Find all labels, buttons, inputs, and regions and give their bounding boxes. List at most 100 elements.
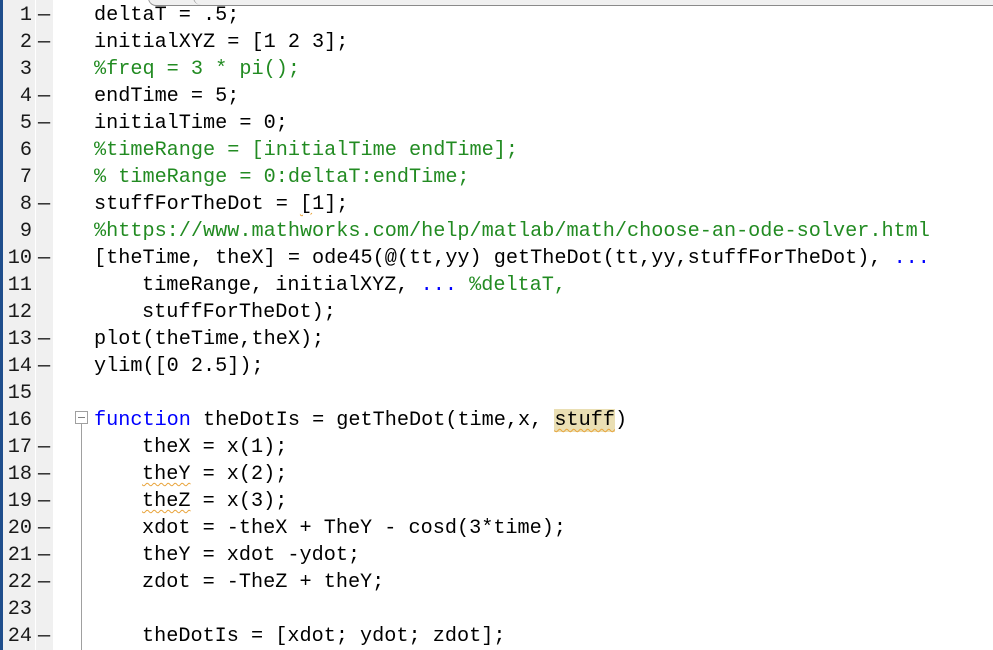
- executable-line-marker[interactable]: —: [38, 326, 52, 353]
- code-line[interactable]: 4 — endTime = 5;: [0, 83, 993, 110]
- code-text[interactable]: plot(theTime,theX);: [94, 326, 324, 353]
- code-line[interactable]: 11—timeRange, initialXYZ, ... %deltaT,: [0, 272, 993, 299]
- code-line[interactable]: 15—: [0, 380, 993, 407]
- line-number: 2: [19, 31, 32, 54]
- line-number: 17: [7, 436, 32, 459]
- line-number: 18: [7, 463, 32, 486]
- line-number: 24: [7, 625, 32, 648]
- warning-token: [: [299, 193, 313, 216]
- executable-line-marker[interactable]: —: [38, 110, 52, 137]
- code-line[interactable]: 3—%freq = 3 * pi();: [0, 56, 993, 83]
- line-number: 1: [19, 4, 32, 27]
- executable-line-marker[interactable]: —: [38, 515, 52, 542]
- line-number: 10: [7, 247, 32, 270]
- executable-line-marker[interactable]: —: [38, 488, 52, 515]
- code-text[interactable]: % timeRange = 0:deltaT:endTime;: [94, 164, 470, 191]
- executable-line-marker[interactable]: —: [38, 191, 52, 218]
- code-line[interactable]: 14 — ylim([0 2.5]);: [0, 353, 993, 380]
- code-text[interactable]: stuffForTheDot = [1];: [94, 191, 348, 218]
- code-line[interactable]: 16—function theDotIs = getTheDot(time,x,…: [0, 407, 993, 434]
- code-line[interactable]: 2 — initialXYZ = [1 2 3];: [0, 29, 993, 56]
- executable-line-marker[interactable]: —: [38, 542, 52, 569]
- executable-line-marker[interactable]: —: [38, 353, 52, 380]
- line-number: 22: [7, 571, 32, 594]
- code-line[interactable]: 12—stuffForTheDot);: [0, 299, 993, 326]
- executable-line-marker[interactable]: —: [38, 461, 52, 488]
- code-text[interactable]: %https://www.mathworks.com/help/matlab/m…: [94, 218, 930, 245]
- code-token: endTime = 5;: [94, 85, 240, 108]
- code-text[interactable]: xdot = -theX + TheY - cosd(3*time);: [142, 515, 566, 542]
- code-text[interactable]: zdot = -TheZ + theY;: [142, 569, 384, 596]
- line-number: 9: [19, 220, 32, 243]
- code-line[interactable]: 20 — xdot = -theX + TheY - cosd(3*time);: [0, 515, 993, 542]
- code-editor[interactable]: 1 — deltaT = .5; 2 — initialXYZ = [1 2 3];3—%…: [0, 0, 993, 650]
- code-line[interactable]: 8 — stuffForTheDot = [1];: [0, 191, 993, 218]
- code-token: theY = xdot -ydot;: [142, 544, 361, 567]
- code-text[interactable]: initialTime = 0;: [94, 110, 288, 137]
- code-text[interactable]: ylim([0 2.5]);: [94, 353, 264, 380]
- code-text[interactable]: theX = x(1);: [142, 434, 287, 461]
- code-token: theX = x(1);: [142, 436, 288, 459]
- code-text[interactable]: endTime = 5;: [94, 83, 239, 110]
- code-line[interactable]: 18 — theY = x(2);: [0, 461, 993, 488]
- comment-token: %timeRange = [initialTime endTime];: [94, 139, 519, 162]
- code-line[interactable]: 24 — theDotIs = [xdot; ydot; zdot];: [0, 623, 993, 650]
- line-number: 7: [19, 166, 32, 189]
- keyword-token: function: [94, 409, 191, 432]
- executable-line-marker[interactable]: —: [38, 245, 52, 272]
- code-line[interactable]: 19 — theZ = x(3);: [0, 488, 993, 515]
- code-text[interactable]: timeRange, initialXYZ, ... %deltaT,: [142, 272, 566, 299]
- code-text[interactable]: deltaT = .5;: [94, 2, 239, 29]
- code-line[interactable]: 10 — [theTime, theX] = ode45(@(tt,yy) getT…: [0, 245, 993, 272]
- line-number: 13: [7, 328, 32, 351]
- code-line[interactable]: 22 — zdot = -TheZ + theY;: [0, 569, 993, 596]
- code-line[interactable]: 5 — initialTime = 0;: [0, 110, 993, 137]
- code-token: zdot = -TheZ + theY;: [142, 571, 385, 594]
- line-number: 11: [7, 274, 32, 297]
- code-text[interactable]: initialXYZ = [1 2 3];: [94, 29, 348, 56]
- code-token: ): [614, 409, 628, 432]
- line-number: 15: [7, 382, 32, 405]
- code-line[interactable]: 6—%timeRange = [initialTime endTime];: [0, 137, 993, 164]
- executable-line-marker[interactable]: —: [38, 434, 52, 461]
- line-number: 19: [7, 490, 32, 513]
- line-number: 4: [19, 85, 32, 108]
- code-text[interactable]: theZ = x(3);: [142, 488, 287, 515]
- code-token: initialTime = 0;: [94, 112, 288, 135]
- code-line[interactable]: 13 — plot(theTime,theX);: [0, 326, 993, 353]
- code-token: stuffForTheDot);: [142, 301, 336, 324]
- executable-line-marker[interactable]: —: [38, 623, 52, 650]
- code-text[interactable]: function theDotIs = getTheDot(time,x, st…: [94, 407, 627, 434]
- code-line[interactable]: 7—% timeRange = 0:deltaT:endTime;: [0, 164, 993, 191]
- code-token: plot(theTime,theX);: [94, 328, 325, 351]
- executable-line-marker[interactable]: —: [38, 569, 52, 596]
- line-number: 14: [7, 355, 32, 378]
- code-text[interactable]: theY = x(2);: [142, 461, 287, 488]
- code-token: [theTime, theX] = ode45(@(tt,yy) getTheD…: [94, 247, 894, 270]
- code-text[interactable]: [theTime, theX] = ode45(@(tt,yy) getTheD…: [94, 245, 930, 272]
- warning-token: theY: [142, 463, 191, 486]
- line-number: 5: [19, 112, 32, 135]
- code-lines[interactable]: 1 — deltaT = .5; 2 — initialXYZ = [1 2 3];3—%…: [0, 2, 993, 650]
- executable-line-marker[interactable]: —: [38, 2, 52, 29]
- line-number: 20: [7, 517, 32, 540]
- code-text[interactable]: theDotIs = [xdot; ydot; zdot];: [142, 623, 505, 650]
- code-text[interactable]: %freq = 3 * pi();: [94, 56, 300, 83]
- code-line[interactable]: 21 — theY = xdot -ydot;: [0, 542, 993, 569]
- code-text[interactable]: stuffForTheDot);: [142, 299, 336, 326]
- comment-token: %https://www.mathworks.com/help/matlab/m…: [94, 220, 930, 243]
- code-token: theDotIs = [xdot; ydot; zdot];: [142, 625, 506, 648]
- code-line[interactable]: 1 — deltaT = .5;: [0, 2, 993, 29]
- code-token: deltaT = .5;: [94, 4, 240, 27]
- code-text[interactable]: %timeRange = [initialTime endTime];: [94, 137, 518, 164]
- code-token: stuffForTheDot =: [94, 193, 300, 216]
- highlighted-warning-token: stuff: [554, 409, 615, 432]
- executable-line-marker[interactable]: —: [38, 83, 52, 110]
- executable-line-marker[interactable]: —: [38, 29, 52, 56]
- code-line[interactable]: 17 — theX = x(1);: [0, 434, 993, 461]
- fold-minus-icon[interactable]: [75, 411, 88, 424]
- continuation-token: ...: [893, 247, 930, 270]
- code-line[interactable]: 9—%https://www.mathworks.com/help/matlab…: [0, 218, 993, 245]
- code-text[interactable]: theY = xdot -ydot;: [142, 542, 360, 569]
- code-line[interactable]: 23—: [0, 596, 993, 623]
